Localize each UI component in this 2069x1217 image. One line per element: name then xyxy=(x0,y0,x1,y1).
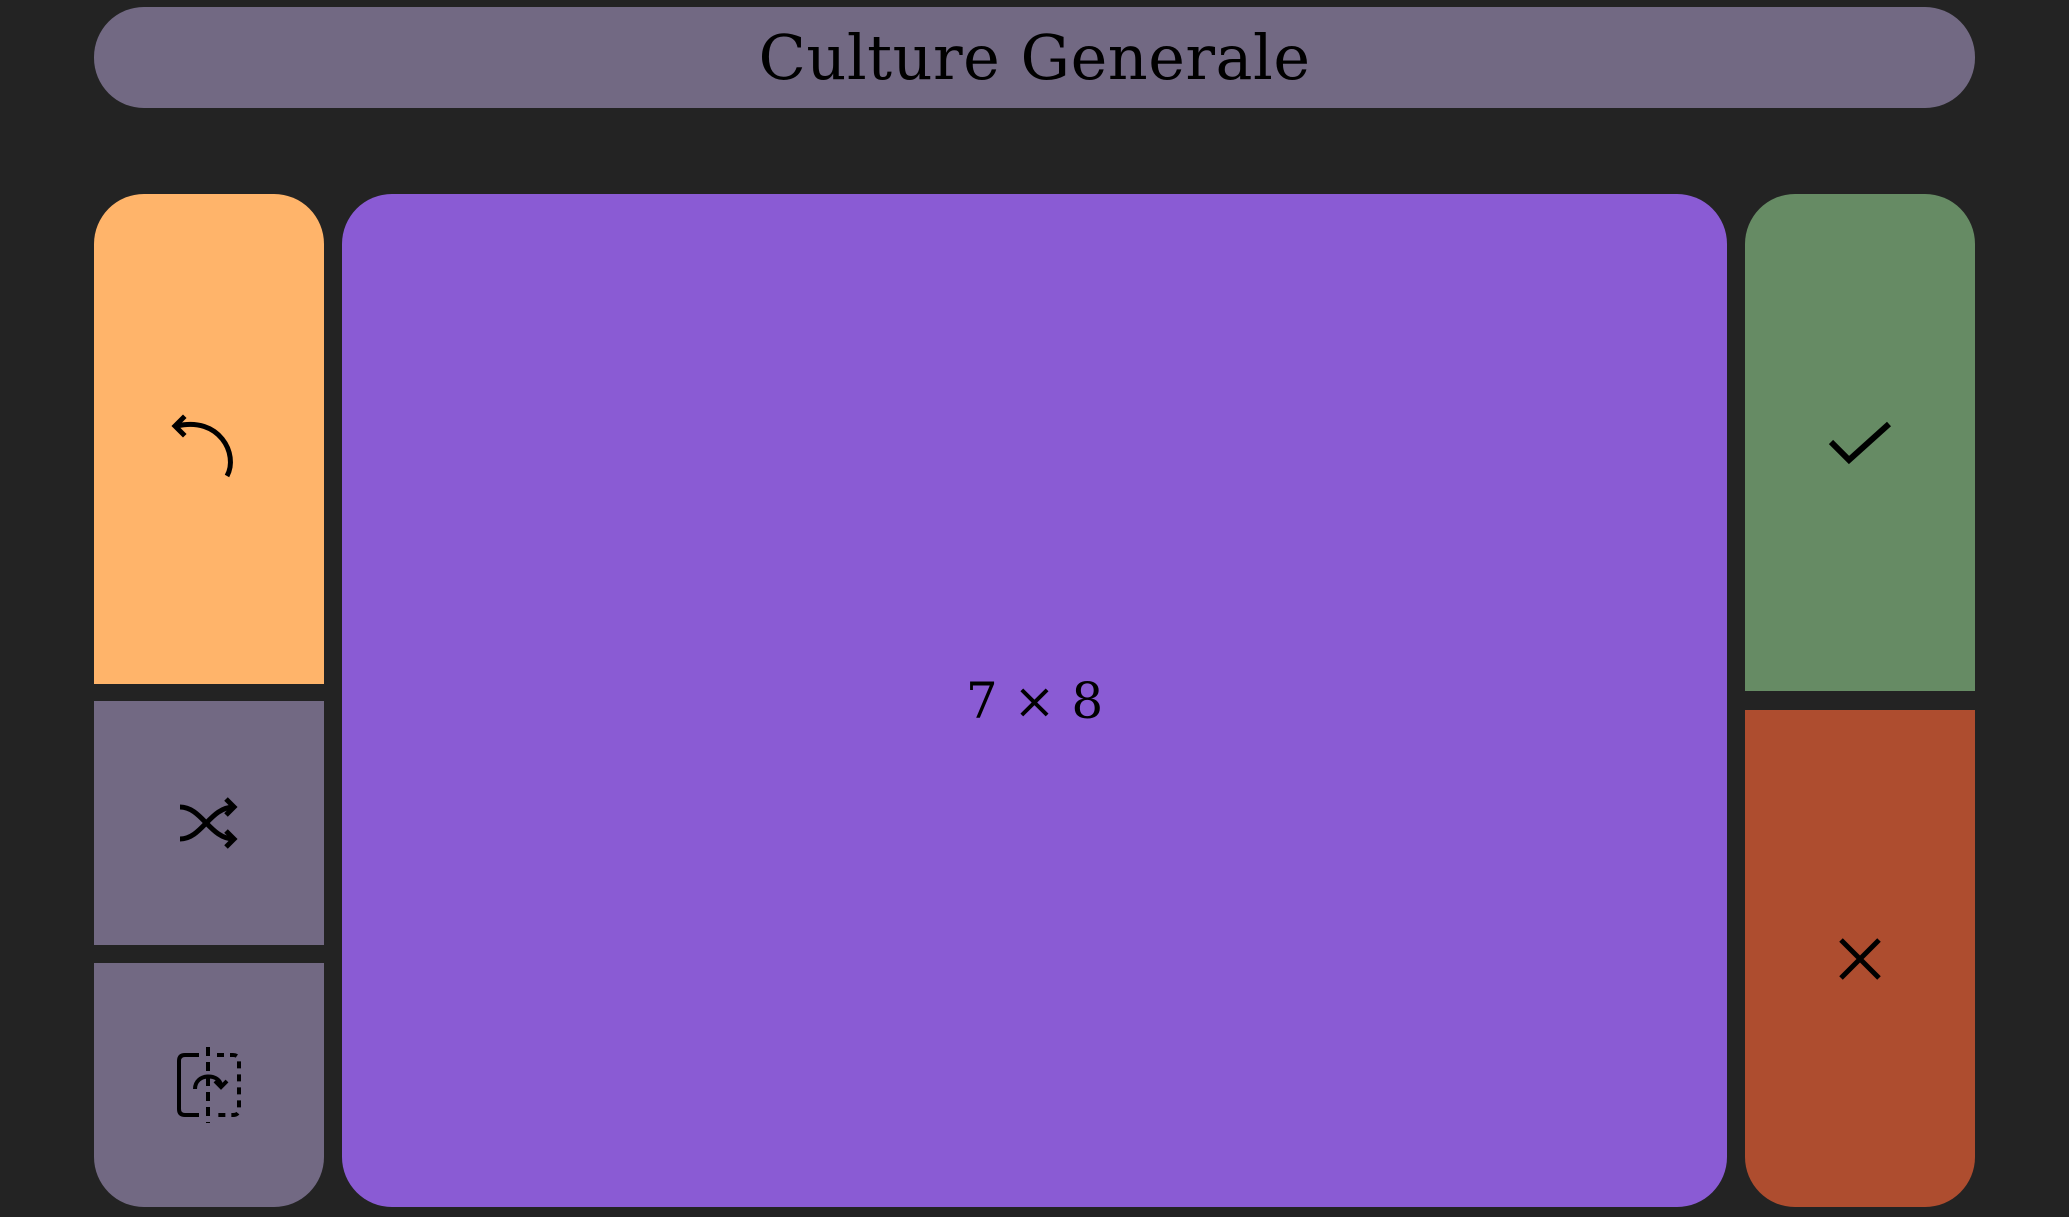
flip-card-icon xyxy=(169,1045,249,1125)
check-icon xyxy=(1825,418,1895,468)
title-bar: Culture Generale xyxy=(94,7,1975,108)
undo-arrow-icon xyxy=(169,394,249,484)
shuffle-button[interactable] xyxy=(94,701,324,945)
close-icon xyxy=(1835,934,1885,984)
correct-button[interactable] xyxy=(1745,194,1975,691)
flashcard-screen: Culture Generale 7 × 8 xyxy=(0,0,2069,1217)
wrong-button[interactable] xyxy=(1745,710,1975,1207)
shuffle-icon xyxy=(174,793,244,853)
undo-button[interactable] xyxy=(94,194,324,684)
flip-card-button[interactable] xyxy=(94,963,324,1207)
page-title: Culture Generale xyxy=(758,21,1311,94)
flashcard-question: 7 × 8 xyxy=(965,671,1104,730)
flashcard[interactable]: 7 × 8 xyxy=(342,194,1727,1207)
